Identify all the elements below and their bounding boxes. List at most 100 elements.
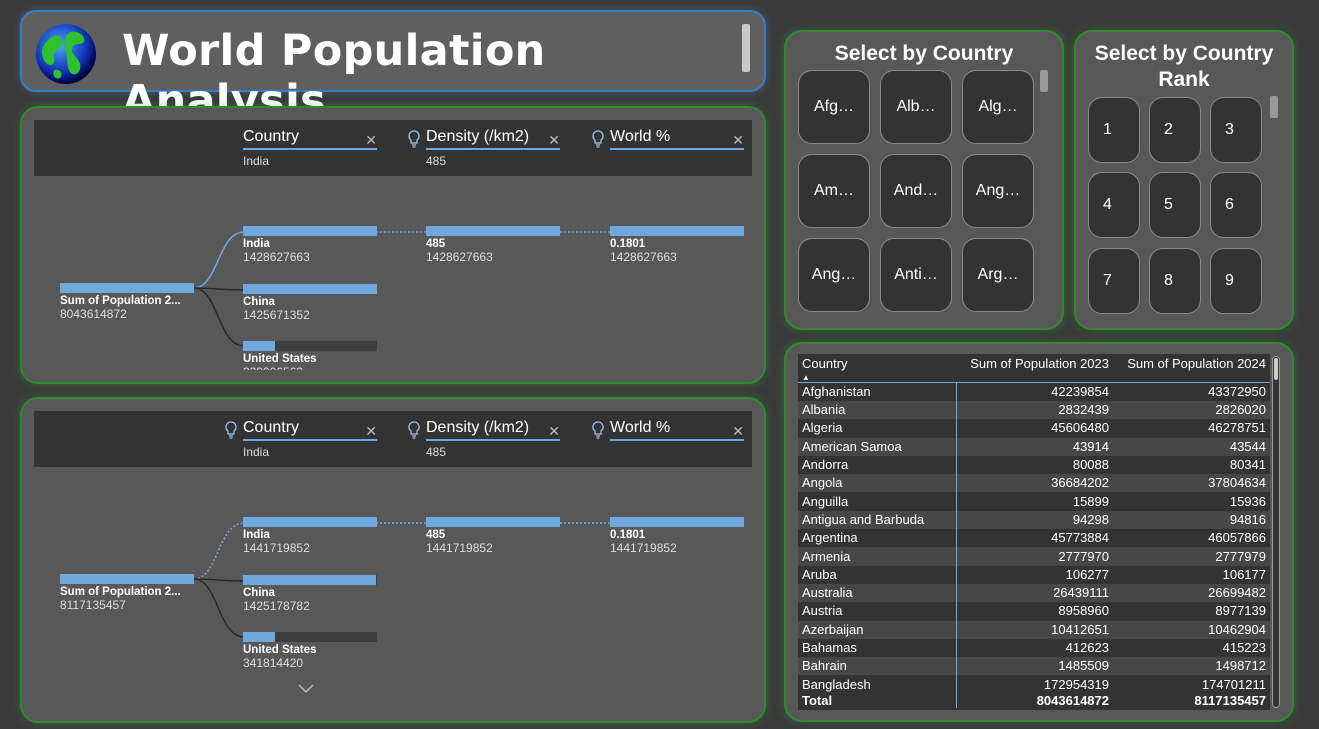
node-value: 1428627663 <box>426 250 493 264</box>
total-cell: Total <box>798 693 957 708</box>
cell-country: Bangladesh <box>798 675 957 694</box>
globe-icon <box>36 24 96 84</box>
cell-pop-2024: 106177 <box>1113 565 1270 584</box>
rank-tile[interactable]: 2 <box>1149 97 1201 163</box>
table-total-row: Total 8043614872 8117135457 <box>798 693 1270 708</box>
table-row[interactable]: Algeria 45606480 46278751 <box>798 419 1270 438</box>
cell-pop-2024: 80341 <box>1113 455 1270 475</box>
node-value: 1441719852 <box>610 541 677 555</box>
country-tile[interactable]: Arg… <box>962 238 1034 312</box>
node-label: United States <box>243 644 317 656</box>
cell-pop-2023: 8958960 <box>956 602 1113 621</box>
table-row[interactable]: Bahamas 412623 415223 <box>798 638 1270 658</box>
rank-tile[interactable]: 9 <box>1210 248 1262 314</box>
scrollbar[interactable] <box>1272 356 1280 708</box>
table-row[interactable]: Anguilla 15899 15936 <box>798 492 1270 511</box>
cell-country: Angola <box>798 474 957 493</box>
rank-tile[interactable]: 5 <box>1149 172 1201 238</box>
node-value: 1441719852 <box>243 541 310 555</box>
rank-tile[interactable]: 7 <box>1088 248 1140 314</box>
cell-country: Argentina <box>798 529 957 548</box>
tree-canvas: Sum of Population 2... 8117135457 India … <box>22 399 764 709</box>
cell-pop-2024: 1498712 <box>1113 657 1270 676</box>
table-row[interactable]: Argentina 45773884 46057866 <box>798 529 1270 548</box>
tree-root-node[interactable]: Sum of Population 2... 8043614872 <box>60 283 194 321</box>
country-tile[interactable]: And… <box>880 154 952 228</box>
cell-pop-2024: 2826020 <box>1113 401 1270 420</box>
cell-pop-2023: 106277 <box>956 565 1113 584</box>
slicer-title: Select by Country <box>834 42 1014 65</box>
country-tile[interactable]: Afg… <box>798 70 870 144</box>
tree-node-density[interactable]: 485 1428627663 <box>426 226 560 264</box>
table-row[interactable]: Afghanistan 42239854 43372950 <box>798 382 1270 401</box>
tree-node-china[interactable]: China 1425178782 <box>243 575 377 613</box>
tree-node-china[interactable]: China 1425671352 <box>243 284 377 322</box>
country-tile[interactable]: Anti… <box>880 238 952 312</box>
table-row[interactable]: Bangladesh 172954319 174701211 <box>798 675 1270 694</box>
node-label: India <box>243 529 270 541</box>
cell-pop-2023: 80088 <box>956 455 1113 475</box>
scrollbar[interactable] <box>1270 96 1278 118</box>
tree-node-density[interactable]: 485 1441719852 <box>426 517 560 555</box>
table-row[interactable]: Antigua and Barbuda 94298 94816 <box>798 510 1270 530</box>
tree-node-united-states[interactable]: United States 341814420 <box>243 632 377 670</box>
node-value: 1425178782 <box>243 599 310 613</box>
cell-country: Bahamas <box>798 638 957 658</box>
rank-tile[interactable]: 1 <box>1088 97 1140 163</box>
tree-node-united-states[interactable]: United States 339996563 <box>243 341 377 370</box>
tree-root-node[interactable]: Sum of Population 2... 8117135457 <box>60 574 194 612</box>
resize-handle[interactable] <box>742 24 750 72</box>
rank-tile[interactable]: 4 <box>1088 172 1140 238</box>
country-tile[interactable]: Ang… <box>962 154 1034 228</box>
column-header-pop-2024[interactable]: Sum of Population 2024 <box>1113 354 1270 383</box>
cell-pop-2023: 43914 <box>956 437 1113 456</box>
tree-node-india[interactable]: India 1441719852 <box>243 517 377 555</box>
country-tile[interactable]: Alb… <box>880 70 952 144</box>
scrollbar[interactable] <box>1040 70 1048 92</box>
tree-node-india[interactable]: India 1428627663 <box>243 226 377 264</box>
rank-tile[interactable]: 3 <box>1210 97 1262 163</box>
table-row[interactable]: Aruba 106277 106177 <box>798 565 1270 584</box>
table-row[interactable]: Albania 2832439 2826020 <box>798 401 1270 420</box>
node-label: United States <box>243 353 317 365</box>
rank-tile[interactable]: 8 <box>1149 248 1201 314</box>
rank-tile[interactable]: 6 <box>1210 172 1262 238</box>
node-label: Sum of Population 2... <box>60 295 181 307</box>
table-row[interactable]: American Samoa 43914 43544 <box>798 437 1270 456</box>
country-tile[interactable]: Am… <box>798 154 870 228</box>
chevron-down-icon[interactable] <box>298 681 314 699</box>
cell-country: Afghanistan <box>798 382 957 401</box>
tree-node-world-pct[interactable]: 0.1801 1428627663 <box>610 226 744 264</box>
population-table: Country ▲ Sum of Population 2023 Sum of … <box>798 354 1270 710</box>
table-row[interactable]: Australia 26439111 26699482 <box>798 583 1270 603</box>
table-row[interactable]: Armenia 2777970 2777979 <box>798 547 1270 566</box>
column-header-country[interactable]: Country ▲ <box>798 354 956 383</box>
node-value: 1441719852 <box>426 541 493 555</box>
cell-pop-2023: 45773884 <box>956 529 1113 548</box>
cell-country: Anguilla <box>798 492 957 511</box>
table-row[interactable]: Azerbaijan 10412651 10462904 <box>798 620 1270 639</box>
node-label: China <box>243 587 275 599</box>
column-header-pop-2023[interactable]: Sum of Population 2023 <box>956 354 1113 383</box>
table-row[interactable]: Bahrain 1485509 1498712 <box>798 657 1270 676</box>
node-label: 485 <box>426 238 446 250</box>
cell-pop-2024: 26699482 <box>1113 583 1270 603</box>
rank-slicer: Select by Country Rank 1 2 3 4 5 6 7 8 9 <box>1074 30 1294 330</box>
cell-pop-2024: 174701211 <box>1113 675 1270 694</box>
column-header-label: Country <box>802 356 848 371</box>
tree-canvas: Sum of Population 2... 8043614872 India … <box>22 108 764 370</box>
country-tile[interactable]: Ang… <box>798 238 870 312</box>
decomposition-tree-2023: Country India ✕ Density (/km2) 485 ✕ Wor… <box>20 106 766 384</box>
table-row[interactable]: Andorra 80088 80341 <box>798 455 1270 475</box>
cell-country: Albania <box>798 401 957 420</box>
decomposition-tree-2024: Country India ✕ Density (/km2) 485 ✕ Wor… <box>20 397 766 723</box>
table-row[interactable]: Angola 36684202 37804634 <box>798 474 1270 493</box>
tree-node-world-pct[interactable]: 0.1801 1441719852 <box>610 517 744 555</box>
cell-pop-2023: 2777970 <box>956 547 1113 566</box>
sort-ascending-icon[interactable]: ▲ <box>802 373 952 382</box>
table-row[interactable]: Austria 8958960 8977139 <box>798 602 1270 621</box>
country-tile[interactable]: Alg… <box>962 70 1034 144</box>
total-cell: 8043614872 <box>956 693 1113 708</box>
node-value: 8043614872 <box>60 307 127 321</box>
cell-pop-2023: 42239854 <box>956 382 1113 401</box>
